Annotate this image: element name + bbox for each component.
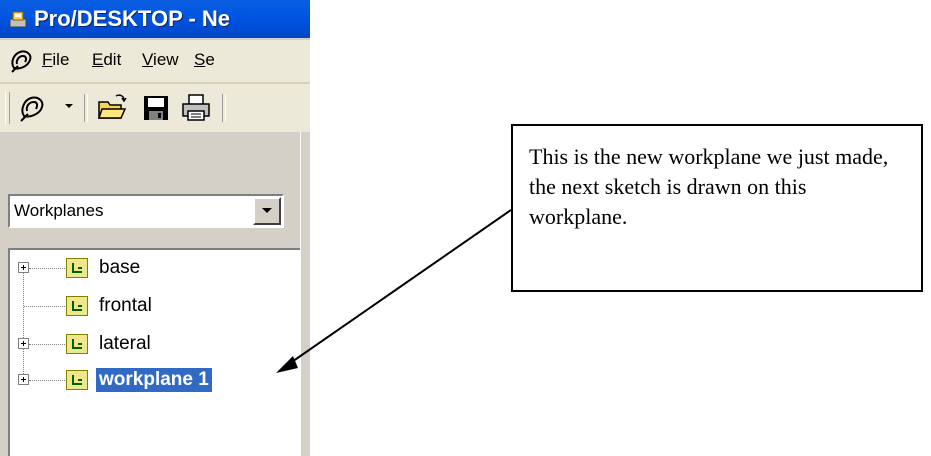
callout-arrow [276,209,512,373]
